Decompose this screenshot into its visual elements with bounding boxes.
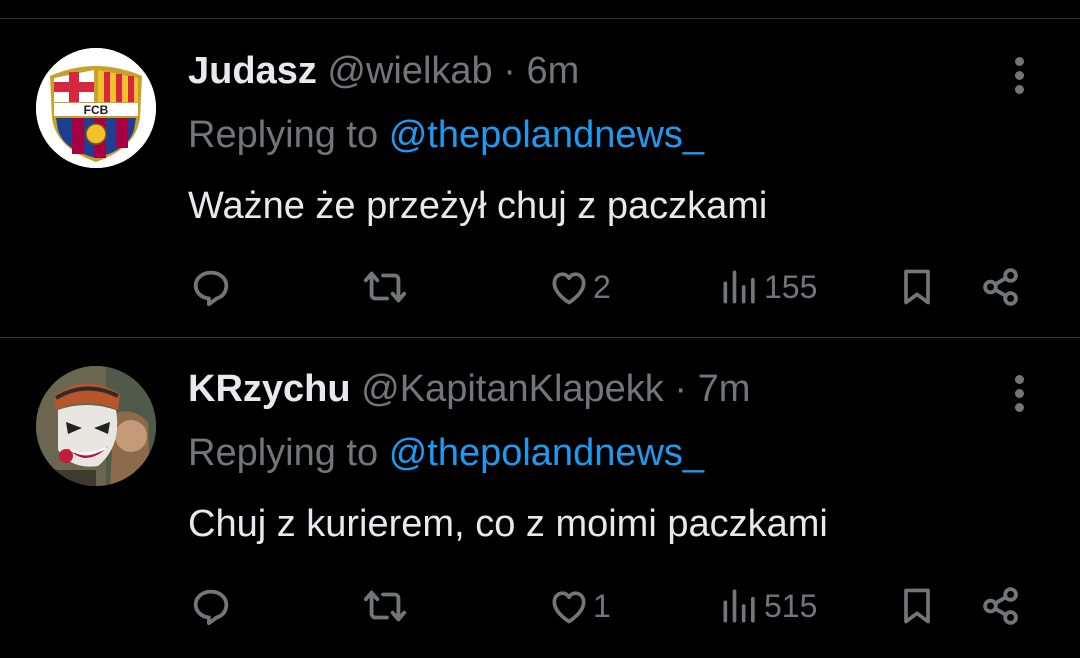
bookmark-icon	[904, 588, 930, 624]
views-button[interactable]: 155	[718, 262, 817, 312]
bookmark-button[interactable]	[895, 581, 939, 631]
more-icon[interactable]	[1004, 372, 1036, 418]
replying-to: Replying to @thepolandnews_	[188, 112, 704, 158]
like-count: 1	[593, 587, 611, 624]
clown-avatar-icon	[36, 366, 156, 486]
retweet-icon	[363, 590, 407, 622]
crest-text: FCB	[84, 103, 109, 117]
replying-to: Replying to @thepolandnews_	[188, 430, 704, 476]
share-button[interactable]	[978, 581, 1024, 631]
reply-icon	[193, 589, 229, 626]
tweet[interactable]: FCB Judasz @wielkab · 6m Replying to @th…	[0, 19, 1080, 337]
action-bar: 1 515	[0, 581, 1080, 631]
view-count: 155	[764, 268, 818, 305]
dot-separator: ·	[674, 368, 688, 410]
retweet-button[interactable]	[362, 581, 408, 631]
retweet-icon	[363, 271, 407, 303]
like-icon	[552, 591, 586, 624]
views-button[interactable]: 515	[718, 581, 817, 631]
like-icon	[552, 272, 586, 305]
tweet[interactable]: KRzychu @KapitanKlapekk · 7m Replying to…	[0, 338, 1080, 658]
action-bar: 2 155	[0, 262, 1080, 312]
tweet-text: Ważne że przeżył chuj z paczkami	[188, 185, 768, 227]
avatar[interactable]: FCB	[36, 48, 156, 168]
dot-separator: ·	[503, 50, 516, 92]
reply-icon	[193, 270, 229, 307]
display-name[interactable]: Judasz	[188, 50, 317, 92]
view-count: 515	[764, 587, 818, 624]
retweet-button[interactable]	[362, 262, 408, 312]
avatar[interactable]	[36, 366, 156, 486]
display-name[interactable]: KRzychu	[188, 368, 351, 410]
replying-prefix: Replying to	[188, 432, 379, 474]
tweet-text: Chuj z kurierem, co z moimi paczkami	[188, 503, 828, 545]
replying-prefix: Replying to	[188, 114, 379, 156]
share-button[interactable]	[978, 262, 1024, 312]
bookmark-button[interactable]	[895, 262, 939, 312]
more-icon[interactable]	[1004, 54, 1036, 100]
bookmark-icon	[904, 269, 930, 305]
like-button[interactable]: 2	[547, 262, 611, 312]
fc-barcelona-crest-icon: FCB	[36, 48, 156, 168]
timestamp[interactable]: 6m	[526, 50, 579, 92]
handle[interactable]: @KapitanKlapekk	[361, 368, 664, 410]
tweet-header: KRzychu @KapitanKlapekk · 7m	[188, 366, 750, 412]
replying-to-link[interactable]: @thepolandnews_	[389, 432, 704, 474]
views-icon	[723, 589, 755, 623]
reply-button[interactable]	[188, 581, 234, 631]
share-icon	[983, 268, 1018, 306]
like-button[interactable]: 1	[547, 581, 611, 631]
timestamp[interactable]: 7m	[698, 368, 751, 410]
share-icon	[983, 587, 1018, 625]
like-count: 2	[593, 268, 611, 305]
reply-button[interactable]	[188, 262, 234, 312]
views-icon	[723, 270, 755, 304]
replying-to-link[interactable]: @thepolandnews_	[389, 114, 704, 156]
tweet-header: Judasz @wielkab · 6m	[188, 48, 579, 94]
handle[interactable]: @wielkab	[327, 50, 492, 92]
